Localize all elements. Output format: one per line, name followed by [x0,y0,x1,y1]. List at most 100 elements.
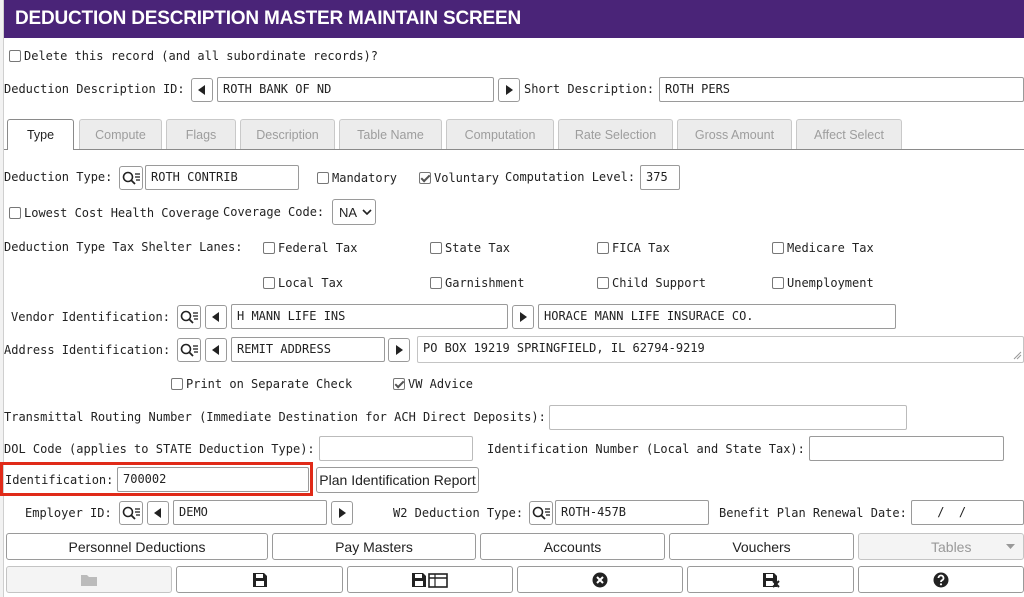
vendor-id-field[interactable]: H MANN LIFE INS [231,304,508,329]
tax-shelter-medicare: Medicare Tax [772,241,874,255]
renewal-date-label: Benefit Plan Renewal Date: [719,506,907,520]
transmittal-routing-label: Transmittal Routing Number (Immediate De… [4,410,546,424]
address-lookup-button[interactable] [177,338,201,362]
medicare-tax-checkbox[interactable] [772,242,784,254]
tab-compute[interactable]: Compute [79,119,162,149]
save-grid-button[interactable] [347,566,513,593]
help-button[interactable] [858,566,1024,593]
arrow-right-icon [506,85,513,95]
renewal-date-field[interactable]: / / [911,500,1024,525]
prev-record-button[interactable] [191,78,213,102]
tab-bar-line [4,149,1024,150]
tab-computation[interactable]: Computation [446,119,554,149]
arrow-right-icon [520,312,527,322]
mandatory-checkbox[interactable] [317,172,329,184]
address-next-button[interactable] [388,338,410,362]
lookup-icon [122,506,140,520]
unemployment-checkbox[interactable] [772,277,784,289]
fica-tax-checkbox[interactable] [597,242,609,254]
state-tax-checkbox[interactable] [430,242,442,254]
w2-lookup-button[interactable] [529,501,553,525]
w2-deduction-type-field[interactable]: ROTH-457B [555,500,709,525]
garnishment-checkbox[interactable] [430,277,442,289]
identification-number-field[interactable] [809,436,1004,461]
vendor-next-button[interactable] [512,305,534,329]
employer-id-field[interactable]: DEMO [173,500,327,525]
computation-level-field[interactable]: 375 [640,165,680,190]
transmittal-routing-field[interactable] [549,405,907,430]
vouchers-button[interactable]: Vouchers [669,533,854,560]
address-prev-button[interactable] [205,338,227,362]
federal-tax-checkbox[interactable] [263,242,275,254]
delete-record-row: Delete this record (and all subordinate … [9,49,378,63]
identification-field[interactable]: 700002 [117,467,309,492]
folder-icon [81,574,97,586]
save-exit-icon [762,572,780,588]
voluntary-row: Voluntary [419,171,499,185]
vendor-name-field[interactable]: HORACE MANN LIFE INSURACE CO. [538,304,896,329]
voluntary-checkbox[interactable] [419,172,431,184]
plan-identification-report-button[interactable]: Plan Identification Report [316,467,479,493]
deduction-description-id-field[interactable]: ROTH BANK OF ND [217,77,494,102]
arrow-right-icon [396,345,403,355]
tab-description[interactable]: Description [240,119,335,149]
tab-rate-selection[interactable]: Rate Selection [558,119,673,149]
arrow-left-icon [212,345,219,355]
resize-grip-icon[interactable] [1012,350,1022,360]
save-grid-icon [412,572,448,588]
next-record-button[interactable] [498,78,520,102]
print-separate-row: Print on Separate Check [171,377,352,391]
federal-tax-label: Federal Tax [278,241,358,255]
accounts-button[interactable]: Accounts [480,533,665,560]
short-description-field[interactable]: ROTH PERS [659,77,1024,102]
tax-shelter-fica: FICA Tax [597,241,670,255]
vw-advice-row: VW Advice [393,377,473,391]
delete-record-label: Delete this record (and all subordinate … [24,49,379,63]
lookup-icon [532,506,550,520]
dol-code-label: DOL Code (applies to STATE Deduction Typ… [4,442,315,456]
cancel-icon [592,572,608,587]
vendor-lookup-button[interactable] [177,305,201,329]
tables-select[interactable]: Tables [858,533,1024,560]
w2-deduction-type-label: W2 Deduction Type: [393,506,524,520]
employer-lookup-button[interactable] [119,501,143,525]
address-text-area[interactable]: PO BOX 19219 SPRINGFIELD, IL 62794-9219 [417,336,1024,363]
dol-code-field[interactable] [319,436,473,461]
save-icon [252,572,267,587]
tab-affect-select[interactable]: Affect Select [796,119,902,149]
tax-shelter-child-support: Child Support [597,276,706,290]
vendor-prev-button[interactable] [205,305,227,329]
employer-next-button[interactable] [331,501,353,525]
deduction-description-id-label: Deduction Description ID: [4,82,185,96]
arrow-left-icon [198,85,205,95]
print-separate-checkbox[interactable] [171,378,183,390]
unemployment-label: Unemployment [787,276,874,290]
tab-type[interactable]: Type [7,119,74,150]
deduction-type-lookup-button[interactable] [119,166,143,190]
tab-flags[interactable]: Flags [166,119,236,149]
deduction-type-field[interactable]: ROTH CONTRIB [145,165,299,190]
lowest-cost-checkbox[interactable] [9,207,21,219]
vw-advice-checkbox[interactable] [393,378,405,390]
tax-shelter-label: Deduction Type Tax Shelter Lanes: [4,240,243,254]
personnel-deductions-button[interactable]: Personnel Deductions [6,533,268,560]
lowest-cost-label: Lowest Cost Health Coverage [24,206,220,220]
address-id-field[interactable]: REMIT ADDRESS [231,337,385,362]
save-exit-button[interactable] [687,566,854,593]
pay-masters-button[interactable]: Pay Masters [272,533,476,560]
save-button[interactable] [176,566,343,593]
tax-shelter-garnishment: Garnishment [430,276,524,290]
chevron-down-icon [1006,543,1015,549]
tab-gross-amount[interactable]: Gross Amount [677,119,792,149]
coverage-code-select[interactable]: NA [332,199,376,225]
vendor-identification-label: Vendor Identification: [11,310,170,324]
local-tax-checkbox[interactable] [263,277,275,289]
employer-prev-button[interactable] [147,501,169,525]
tab-table-name[interactable]: Table Name [339,119,442,149]
folder-button[interactable] [6,566,172,593]
child-support-checkbox[interactable] [597,277,609,289]
window-title: DEDUCTION DESCRIPTION MASTER MAINTAIN SC… [4,0,1024,38]
print-separate-label: Print on Separate Check [186,377,353,391]
delete-record-checkbox[interactable] [9,50,21,62]
cancel-button[interactable] [517,566,683,593]
